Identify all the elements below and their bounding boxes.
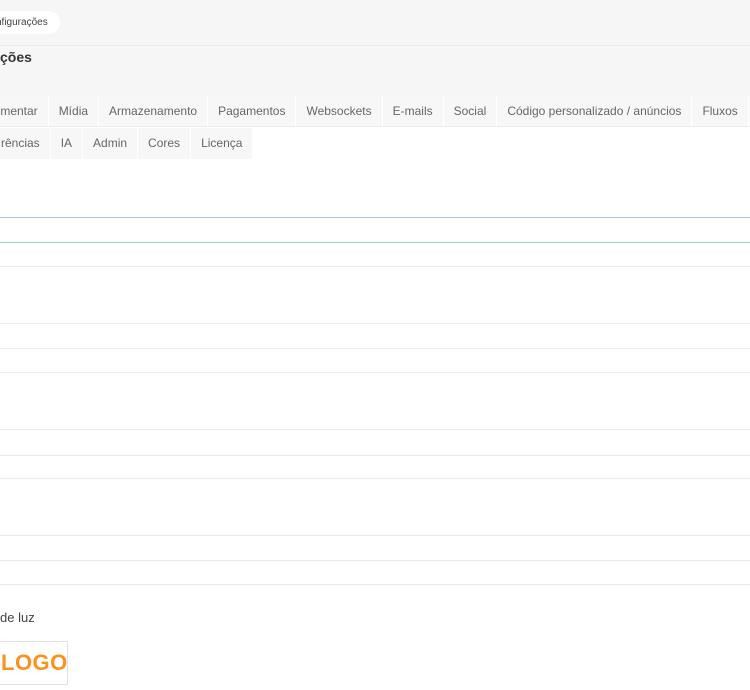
breadcrumb[interactable]: nfigurações <box>0 11 60 34</box>
tab-referencias[interactable]: rências <box>0 128 51 159</box>
tab-ia[interactable]: IA <box>50 128 84 159</box>
page-title: ções <box>0 49 32 65</box>
logo-image: LOGO <box>1 650 68 675</box>
tab-fluxos[interactable]: Fluxos <box>692 96 749 127</box>
tab-armazenamento[interactable]: Armazenamento <box>99 96 209 127</box>
row-divider <box>0 478 750 479</box>
tab-alimentar[interactable]: limentar <box>0 96 49 127</box>
row-divider <box>0 348 750 349</box>
row-divider <box>0 266 750 267</box>
row-divider <box>0 323 750 324</box>
row-divider <box>0 560 750 561</box>
row-divider <box>0 535 750 536</box>
input-border-top <box>0 217 750 218</box>
row-divider <box>0 455 750 456</box>
tab-emails[interactable]: E-mails <box>382 96 444 127</box>
tab-licenca[interactable]: Licença <box>191 128 254 159</box>
tab-admin[interactable]: Admin <box>83 128 139 159</box>
tab-cores[interactable]: Cores <box>138 128 192 159</box>
input-border-bottom <box>0 242 750 243</box>
settings-tabs-row-2: rências IA Admin Cores Licença <box>0 128 254 159</box>
logo-field-label: de luz <box>0 610 35 625</box>
logo-preview[interactable]: LOGO <box>0 641 68 685</box>
settings-page: nfigurações ções limentar Mídia Armazena… <box>0 0 750 690</box>
row-divider <box>0 584 750 585</box>
row-divider <box>0 429 750 430</box>
row-divider <box>0 372 750 373</box>
tab-midia[interactable]: Mídia <box>48 96 100 127</box>
tab-websockets[interactable]: Websockets <box>296 96 383 127</box>
settings-tabs-row-1: limentar Mídia Armazenamento Pagamentos … <box>0 96 750 127</box>
tab-pagamentos[interactable]: Pagamentos <box>208 96 297 127</box>
tab-codigo-personalizado[interactable]: Código personalizado / anúncios <box>497 96 693 127</box>
breadcrumb-current: nfigurações <box>0 17 48 28</box>
page-header: ções <box>0 46 750 96</box>
tab-social[interactable]: Social <box>443 96 498 127</box>
breadcrumb-bar: nfigurações <box>0 0 750 46</box>
